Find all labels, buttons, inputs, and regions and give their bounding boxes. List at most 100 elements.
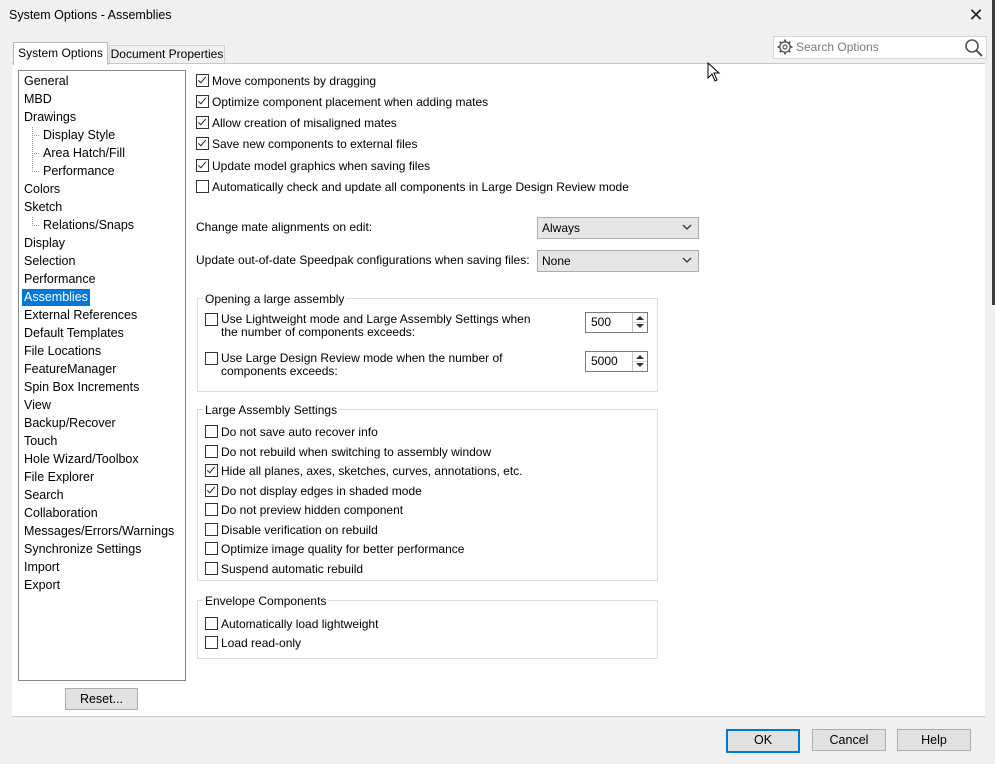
nav-item-area-hatch-fill[interactable]: Area Hatch/Fill — [41, 145, 127, 162]
nav-item-display[interactable]: Display — [22, 235, 67, 252]
checkbox-label: Update model graphics when saving files — [212, 159, 431, 173]
checkbox-label: Do not rebuild when switching to assembl… — [221, 445, 492, 459]
checkbox-save-external[interactable] — [196, 137, 209, 150]
spin-down-icon[interactable] — [636, 363, 644, 367]
checkbox-label: Do not save auto recover info — [221, 425, 378, 439]
mate-alignment-select[interactable]: Always — [537, 217, 699, 239]
nav-item-messages-errors-warnings[interactable]: Messages/Errors/Warnings — [22, 523, 176, 540]
checkbox-lightweight-mode[interactable] — [205, 313, 218, 326]
nav-item-external-references[interactable]: External References — [22, 307, 139, 324]
group-title: Envelope Components — [203, 594, 329, 608]
nav-item-search[interactable]: Search — [22, 487, 66, 504]
checkbox-large-design-review[interactable] — [205, 352, 218, 365]
nav-item-mbd[interactable]: MBD — [22, 91, 54, 108]
options-tree[interactable]: General MBD Drawings Display Style Area … — [18, 70, 186, 681]
checkbox-optimize-placement[interactable] — [196, 95, 209, 108]
nav-item-drawings-performance[interactable]: Performance — [41, 163, 117, 180]
nav-item-sketch[interactable]: Sketch — [22, 199, 64, 216]
nav-item-collaboration[interactable]: Collaboration — [22, 505, 100, 522]
nav-item-synchronize-settings[interactable]: Synchronize Settings — [22, 541, 143, 558]
checkbox-label: Suspend automatic rebuild — [221, 562, 364, 576]
spinbox-arrows[interactable] — [632, 313, 647, 332]
ldr-threshold-spinbox[interactable]: 5000 — [585, 351, 648, 372]
checkbox-label: components exceeds: — [221, 364, 338, 378]
nav-item-import[interactable]: Import — [22, 559, 61, 576]
chevron-down-icon — [682, 257, 692, 263]
nav-item-general[interactable]: General — [22, 73, 70, 90]
checkbox-misaligned-mates[interactable] — [196, 116, 209, 129]
tree-connector — [32, 171, 39, 172]
checkbox-load-lightweight[interactable] — [205, 617, 218, 630]
help-button[interactable]: Help — [897, 729, 971, 751]
nav-item-backup-recover[interactable]: Backup/Recover — [22, 415, 118, 432]
checkbox-label: Do not display edges in shaded mode — [221, 484, 422, 498]
nav-item-featuremanager[interactable]: FeatureManager — [22, 361, 118, 378]
magnifier-icon[interactable] — [964, 38, 983, 57]
nav-item-assemblies[interactable]: Assemblies — [22, 289, 90, 306]
spin-down-icon[interactable] — [636, 324, 644, 328]
checkbox-label: Hide all planes, axes, sketches, curves,… — [221, 464, 523, 478]
tree-connector — [32, 153, 39, 154]
nav-item-export[interactable]: Export — [22, 577, 62, 594]
checkbox-suspend-rebuild[interactable] — [205, 562, 218, 575]
checkbox-no-preview-hidden[interactable] — [205, 503, 218, 516]
checkbox-move-components[interactable] — [196, 74, 209, 87]
search-options-box[interactable]: Search Options — [773, 36, 987, 59]
spin-up-icon[interactable] — [636, 355, 644, 359]
speedpak-label: Update out-of-date Speedpak configuratio… — [196, 253, 530, 267]
checkbox-label: Automatically check and update all compo… — [212, 180, 629, 194]
checkbox-label: Allow creation of misaligned mates — [212, 116, 397, 130]
nav-item-spin-box-increments[interactable]: Spin Box Increments — [22, 379, 141, 396]
nav-item-touch[interactable]: Touch — [22, 433, 59, 450]
checkbox-label: Use Lightweight mode and Large Assembly … — [221, 312, 531, 326]
nav-item-default-templates[interactable]: Default Templates — [22, 325, 126, 342]
tree-connector — [32, 127, 33, 172]
checkbox-label: Move components by dragging — [212, 74, 377, 88]
tab-document-properties[interactable]: Document Properties — [109, 45, 225, 64]
lightweight-threshold-spinbox[interactable]: 500 — [585, 312, 648, 333]
nav-item-hole-wizard-toolbox[interactable]: Hole Wizard/Toolbox — [22, 451, 141, 468]
nav-item-selection[interactable]: Selection — [22, 253, 77, 270]
checkbox-label: Do not preview hidden component — [221, 503, 404, 517]
speedpak-value: None — [542, 254, 571, 268]
window-title: System Options - Assemblies — [9, 8, 172, 22]
reset-button[interactable]: Reset... — [65, 688, 138, 710]
nav-item-colors[interactable]: Colors — [22, 181, 62, 198]
spinbox-value: 5000 — [591, 354, 618, 368]
spin-up-icon[interactable] — [636, 316, 644, 320]
nav-item-file-explorer[interactable]: File Explorer — [22, 469, 96, 486]
nav-item-drawings[interactable]: Drawings — [22, 109, 78, 126]
gear-icon — [777, 39, 793, 55]
checkbox-optimize-image-quality[interactable] — [205, 542, 218, 555]
group-title: Opening a large assembly — [203, 292, 347, 306]
checkbox-label: Disable verification on rebuild — [221, 523, 378, 537]
nav-item-file-locations[interactable]: File Locations — [22, 343, 103, 360]
checkbox-update-graphics[interactable] — [196, 159, 209, 172]
nav-item-performance[interactable]: Performance — [22, 271, 98, 288]
checkbox-label: Use Large Design Review mode when the nu… — [221, 351, 503, 365]
checkbox-disable-verification[interactable] — [205, 523, 218, 536]
checkbox-no-edges-shaded[interactable] — [205, 484, 218, 497]
spinbox-arrows[interactable] — [632, 352, 647, 371]
mate-alignment-value: Always — [542, 221, 581, 235]
checkbox-no-rebuild-switch[interactable] — [205, 445, 218, 458]
speedpak-select[interactable]: None — [537, 250, 699, 272]
nav-item-view[interactable]: View — [22, 397, 53, 414]
checkbox-load-read-only[interactable] — [205, 636, 218, 649]
tree-connector — [32, 225, 39, 226]
nav-item-display-style[interactable]: Display Style — [41, 127, 117, 144]
tab-system-options[interactable]: System Options — [13, 42, 108, 65]
checkbox-label: Save new components to external files — [212, 137, 418, 151]
cancel-button[interactable]: Cancel — [812, 729, 886, 751]
close-button[interactable]: ✕ — [964, 3, 988, 27]
checkbox-no-auto-recover[interactable] — [205, 425, 218, 438]
spinbox-value: 500 — [591, 315, 612, 329]
tree-connector — [32, 135, 39, 136]
search-input[interactable]: Search Options — [796, 40, 879, 54]
mate-alignment-label: Change mate alignments on edit: — [196, 220, 373, 234]
ok-button[interactable]: OK — [726, 729, 800, 753]
nav-item-relations-snaps[interactable]: Relations/Snaps — [41, 217, 136, 234]
checkbox-auto-check-ldr[interactable] — [196, 180, 209, 193]
checkbox-hide-planes[interactable] — [205, 464, 218, 477]
chevron-down-icon — [682, 224, 692, 230]
